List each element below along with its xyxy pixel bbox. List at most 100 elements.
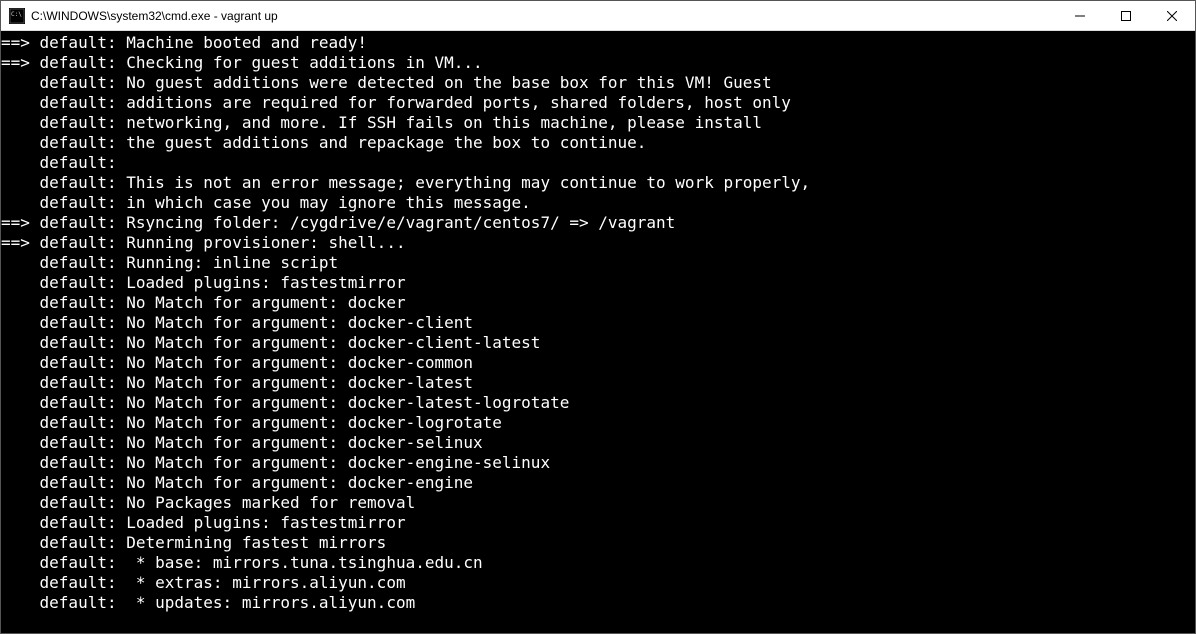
terminal-line: default: No guest additions were detecte… (1, 73, 1195, 93)
terminal-line: default: No Match for argument: docker-e… (1, 453, 1195, 473)
terminal-line: default: No Match for argument: docker-c… (1, 353, 1195, 373)
line-prefix: default: (40, 133, 117, 153)
line-arrow: ==> (1, 53, 40, 73)
line-arrow (1, 113, 40, 133)
terminal-line: default: (1, 153, 1195, 173)
terminal-line: default: No Match for argument: docker-l… (1, 373, 1195, 393)
line-text: No guest additions were detected on the … (117, 73, 772, 93)
terminal-line: default: the guest additions and repacka… (1, 133, 1195, 153)
line-arrow (1, 133, 40, 153)
line-text: Running provisioner: shell... (117, 233, 406, 253)
line-text: in which case you may ignore this messag… (117, 193, 531, 213)
line-text: No Match for argument: docker-latest-log… (117, 393, 570, 413)
terminal-line: default: Running: inline script (1, 253, 1195, 273)
line-text: * base: mirrors.tuna.tsinghua.edu.cn (117, 553, 483, 573)
titlebar[interactable]: C:\ C:\WINDOWS\system32\cmd.exe - vagran… (1, 1, 1195, 31)
terminal-line: default: No Match for argument: docker-c… (1, 333, 1195, 353)
terminal-line: default: in which case you may ignore th… (1, 193, 1195, 213)
line-prefix: default: (40, 433, 117, 453)
svg-text:C:\: C:\ (11, 11, 22, 18)
terminal-line: default: * updates: mirrors.aliyun.com (1, 593, 1195, 613)
line-text: networking, and more. If SSH fails on th… (117, 113, 762, 133)
terminal-line: default: * extras: mirrors.aliyun.com (1, 573, 1195, 593)
line-arrow (1, 453, 40, 473)
maximize-button[interactable] (1103, 1, 1149, 30)
line-arrow (1, 513, 40, 533)
line-prefix: default: (40, 513, 117, 533)
line-text: No Match for argument: docker-engine (117, 473, 473, 493)
line-prefix: default: (40, 533, 117, 553)
line-prefix: default: (40, 413, 117, 433)
terminal-line: default: additions are required for forw… (1, 93, 1195, 113)
line-prefix: default: (40, 313, 117, 333)
line-arrow (1, 153, 40, 173)
line-text: No Match for argument: docker-logrotate (117, 413, 502, 433)
line-text: Determining fastest mirrors (117, 533, 387, 553)
line-text: Checking for guest additions in VM... (117, 53, 483, 73)
line-prefix: default: (40, 353, 117, 373)
terminal-output[interactable]: ==> default: Machine booted and ready!==… (1, 31, 1195, 633)
terminal-line: default: No Match for argument: docker (1, 293, 1195, 313)
line-text: No Match for argument: docker-selinux (117, 433, 483, 453)
line-prefix: default: (40, 593, 117, 613)
line-arrow (1, 73, 40, 93)
terminal-line: default: Loaded plugins: fastestmirror (1, 273, 1195, 293)
line-text: additions are required for forwarded por… (117, 93, 791, 113)
line-prefix: default: (40, 173, 117, 193)
line-arrow (1, 533, 40, 553)
cmd-icon: C:\ (9, 8, 25, 24)
window-title: C:\WINDOWS\system32\cmd.exe - vagrant up (31, 9, 1057, 23)
line-text: Machine booted and ready! (117, 33, 367, 53)
line-arrow (1, 313, 40, 333)
line-arrow: ==> (1, 33, 40, 53)
line-prefix: default: (40, 393, 117, 413)
terminal-line: default: No Match for argument: docker-l… (1, 413, 1195, 433)
terminal-line: default: No Match for argument: docker-e… (1, 473, 1195, 493)
line-text: Loaded plugins: fastestmirror (117, 513, 406, 533)
line-arrow (1, 273, 40, 293)
line-prefix: default: (40, 293, 117, 313)
line-prefix: default: (40, 573, 117, 593)
line-arrow (1, 493, 40, 513)
line-prefix: default: (40, 73, 117, 93)
line-text: No Match for argument: docker-engine-sel… (117, 453, 550, 473)
line-arrow (1, 553, 40, 573)
terminal-line: default: * base: mirrors.tuna.tsinghua.e… (1, 553, 1195, 573)
line-text: Running: inline script (117, 253, 339, 273)
line-prefix: default: (40, 53, 117, 73)
line-arrow (1, 593, 40, 613)
line-arrow: ==> (1, 213, 40, 233)
line-arrow (1, 333, 40, 353)
line-arrow: ==> (1, 233, 40, 253)
line-text: the guest additions and repackage the bo… (117, 133, 647, 153)
line-prefix: default: (40, 473, 117, 493)
line-arrow (1, 473, 40, 493)
line-arrow (1, 93, 40, 113)
terminal-line: ==> default: Machine booted and ready! (1, 33, 1195, 53)
line-arrow (1, 253, 40, 273)
terminal-line: default: Determining fastest mirrors (1, 533, 1195, 553)
line-prefix: default: (40, 33, 117, 53)
line-text: No Match for argument: docker-latest (117, 373, 473, 393)
terminal-line: default: This is not an error message; e… (1, 173, 1195, 193)
close-button[interactable] (1149, 1, 1195, 30)
line-text: No Packages marked for removal (117, 493, 416, 513)
line-prefix: default: (40, 233, 117, 253)
line-arrow (1, 433, 40, 453)
line-arrow (1, 293, 40, 313)
line-text: * updates: mirrors.aliyun.com (117, 593, 416, 613)
line-prefix: default: (40, 253, 117, 273)
line-arrow (1, 413, 40, 433)
line-prefix: default: (40, 213, 117, 233)
line-prefix: default: (40, 193, 117, 213)
minimize-button[interactable] (1057, 1, 1103, 30)
terminal-line: default: networking, and more. If SSH fa… (1, 113, 1195, 133)
line-prefix: default: (40, 333, 117, 353)
terminal-line: default: No Match for argument: docker-s… (1, 433, 1195, 453)
line-arrow (1, 373, 40, 393)
line-text: No Match for argument: docker-common (117, 353, 473, 373)
terminal-line: default: Loaded plugins: fastestmirror (1, 513, 1195, 533)
cmd-window: C:\ C:\WINDOWS\system32\cmd.exe - vagran… (0, 0, 1196, 634)
line-arrow (1, 353, 40, 373)
line-prefix: default: (40, 273, 117, 293)
